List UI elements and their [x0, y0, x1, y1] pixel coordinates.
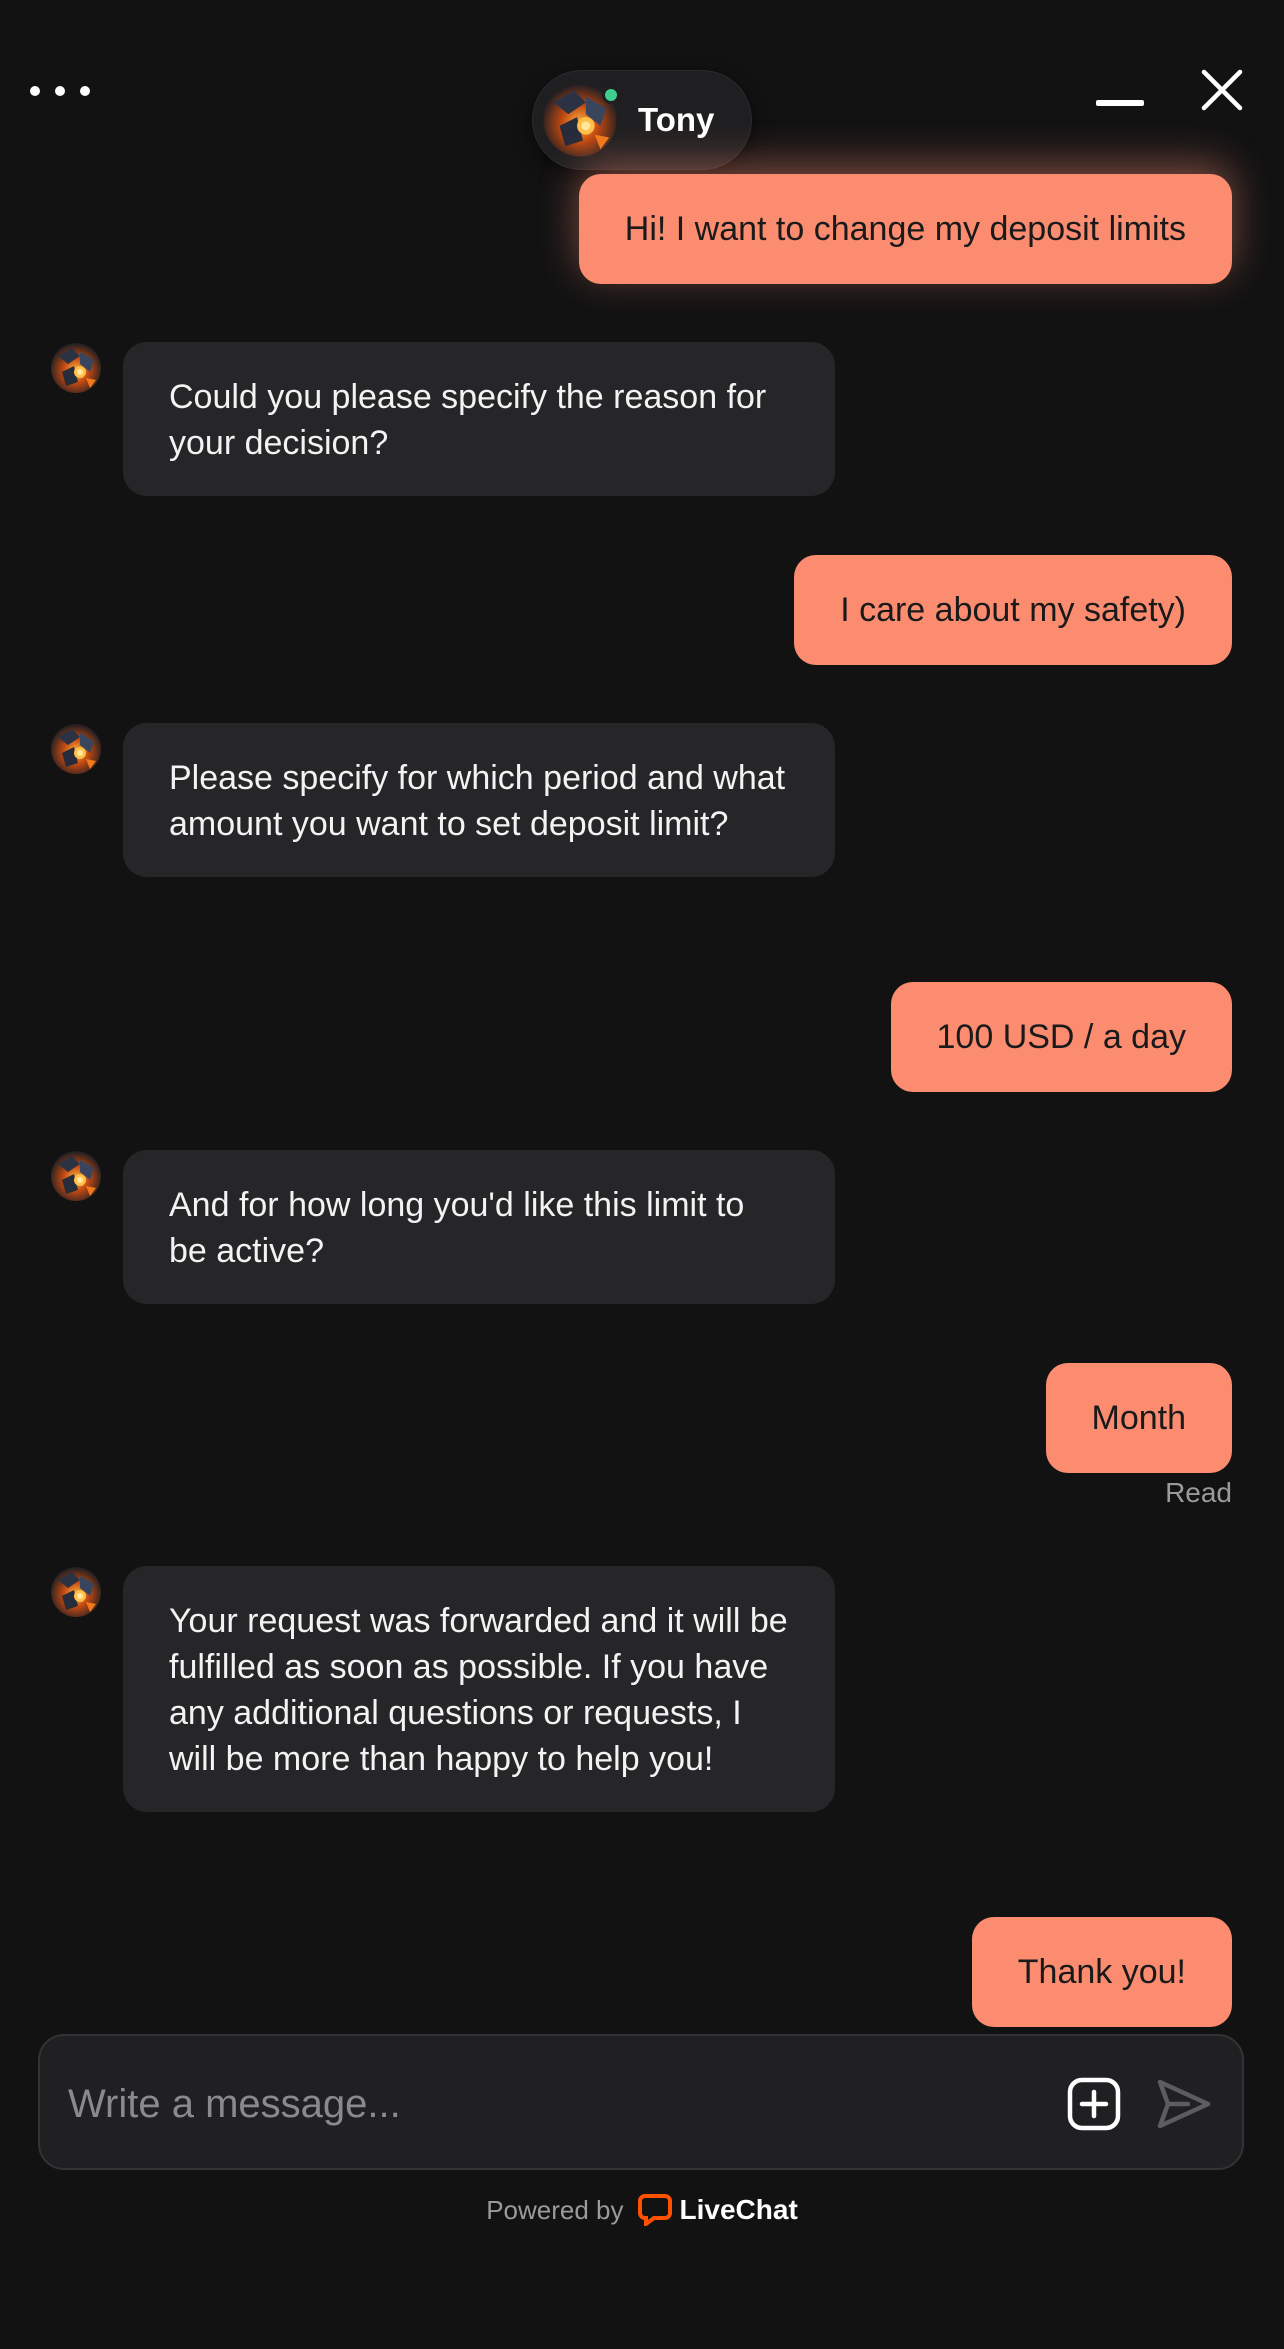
minimize-icon[interactable] [1096, 100, 1144, 106]
close-icon[interactable] [1200, 68, 1244, 112]
message-composer [38, 2034, 1244, 2170]
online-status-dot [602, 86, 620, 104]
agent-message: Please specify for which period and what… [123, 723, 835, 877]
powered-by: Powered by LiveChat [0, 2194, 1284, 2226]
agent-header-pill[interactable]: Tony [532, 70, 752, 170]
agent-message: Your request was forwarded and it will b… [123, 1566, 835, 1812]
agent-message: Could you please specify the reason for … [123, 342, 835, 496]
visitor-message: Thank you! [971, 1917, 1232, 2027]
more-dots-icon[interactable] [30, 76, 90, 106]
livechat-brand-link[interactable]: LiveChat [637, 2194, 798, 2226]
agent-avatar [50, 723, 102, 775]
dot [80, 86, 90, 96]
add-attachment-icon[interactable] [1066, 2076, 1122, 2132]
dot [30, 86, 40, 96]
agent-message: And for how long you'd like this limit t… [123, 1150, 835, 1304]
send-icon[interactable] [1154, 2074, 1214, 2134]
agent-avatar [542, 82, 620, 158]
visitor-message: Hi! I want to change my deposit limits [578, 174, 1232, 284]
agent-avatar [50, 1566, 102, 1618]
agent-avatar [50, 1150, 102, 1202]
agent-name: Tony [638, 101, 715, 138]
message-input[interactable] [68, 2066, 1048, 2142]
chat-window: Tony Hi! I want to change my deposit lim… [0, 0, 1284, 2349]
dot [55, 86, 65, 96]
read-receipt: Read [1165, 1477, 1232, 1508]
livechat-brand-text: LiveChat [679, 2194, 798, 2225]
visitor-message: I care about my safety) [794, 555, 1232, 665]
visitor-message: 100 USD / a day [890, 982, 1232, 1092]
agent-avatar [50, 342, 102, 394]
powered-by-label: Powered by [486, 2194, 624, 2225]
visitor-message: Month [1045, 1363, 1232, 1473]
livechat-logo-icon [637, 2194, 672, 2226]
